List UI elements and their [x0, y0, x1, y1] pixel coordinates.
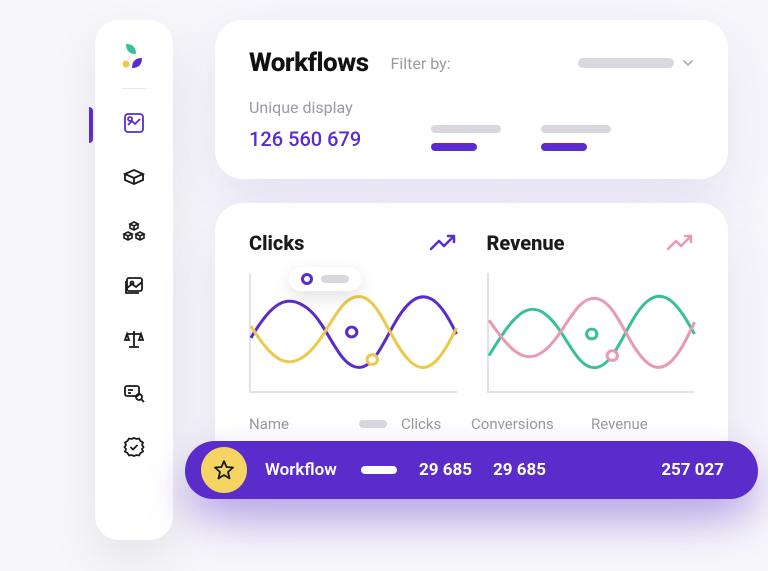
trend-up-icon	[429, 233, 457, 253]
metric-placeholder-label	[431, 125, 501, 133]
row-placeholder	[361, 466, 397, 474]
workflows-card: Workflows Filter by: Unique display 126 …	[215, 20, 728, 179]
boxes-icon	[122, 219, 146, 243]
nav-balance[interactable]	[116, 321, 152, 357]
legend-value-placeholder	[321, 275, 349, 283]
nav-dashboard[interactable]	[116, 105, 152, 141]
row-clicks: 29 685	[419, 460, 493, 480]
filter-dropdown[interactable]	[578, 57, 694, 69]
nav-box[interactable]	[116, 159, 152, 195]
unique-display-label: Unique display	[249, 98, 361, 117]
chart-tooltip	[289, 267, 361, 291]
star-icon	[212, 458, 236, 482]
table-header: Name Clicks Conversions Revenue	[249, 415, 694, 433]
charts-card: Clicks	[215, 203, 728, 493]
chevron-down-icon	[682, 57, 694, 69]
clicks-chart	[249, 273, 457, 393]
trend-up-icon	[666, 233, 694, 253]
nav-boxes[interactable]	[116, 213, 152, 249]
nav-badge[interactable]	[116, 429, 152, 465]
revenue-chart-block: Revenue	[487, 231, 695, 393]
filter-label: Filter by:	[391, 54, 451, 73]
sidebar	[95, 20, 173, 540]
box-icon	[122, 165, 146, 189]
row-name: Workflow	[265, 460, 361, 480]
unique-display-value: 126 560 679	[249, 127, 361, 151]
th-conversions: Conversions	[471, 415, 591, 433]
badge-icon	[122, 435, 146, 459]
revenue-chart	[487, 273, 695, 393]
legend-marker-icon	[301, 273, 313, 285]
sidebar-nav	[95, 99, 173, 471]
th-revenue: Revenue	[591, 415, 694, 433]
active-indicator	[89, 107, 93, 143]
search-card-icon	[122, 381, 146, 405]
main-content: Workflows Filter by: Unique display 126 …	[215, 20, 728, 571]
clicks-title: Clicks	[249, 231, 304, 255]
revenue-title: Revenue	[487, 231, 565, 255]
th-clicks: Clicks	[401, 415, 471, 433]
clicks-chart-block: Clicks	[249, 231, 457, 393]
metric-placeholder-value	[541, 143, 587, 151]
star-badge	[201, 447, 247, 493]
table-row-highlight[interactable]: Workflow 29 685 29 685 257 027	[185, 441, 758, 499]
chart-icon	[122, 111, 146, 135]
workflows-title: Workflows	[249, 48, 369, 78]
th-placeholder	[359, 420, 387, 428]
filter-value-placeholder	[578, 58, 674, 68]
scale-icon	[122, 327, 146, 351]
image-icon	[122, 273, 146, 297]
row-revenue: 257 027	[575, 460, 724, 480]
nav-media[interactable]	[116, 267, 152, 303]
metric-placeholder-label	[541, 125, 611, 133]
metric-placeholder-value	[431, 143, 477, 151]
divider	[122, 88, 146, 89]
app-logo	[118, 40, 150, 72]
row-conversions: 29 685	[493, 460, 575, 480]
th-name: Name	[249, 415, 359, 433]
nav-search[interactable]	[116, 375, 152, 411]
